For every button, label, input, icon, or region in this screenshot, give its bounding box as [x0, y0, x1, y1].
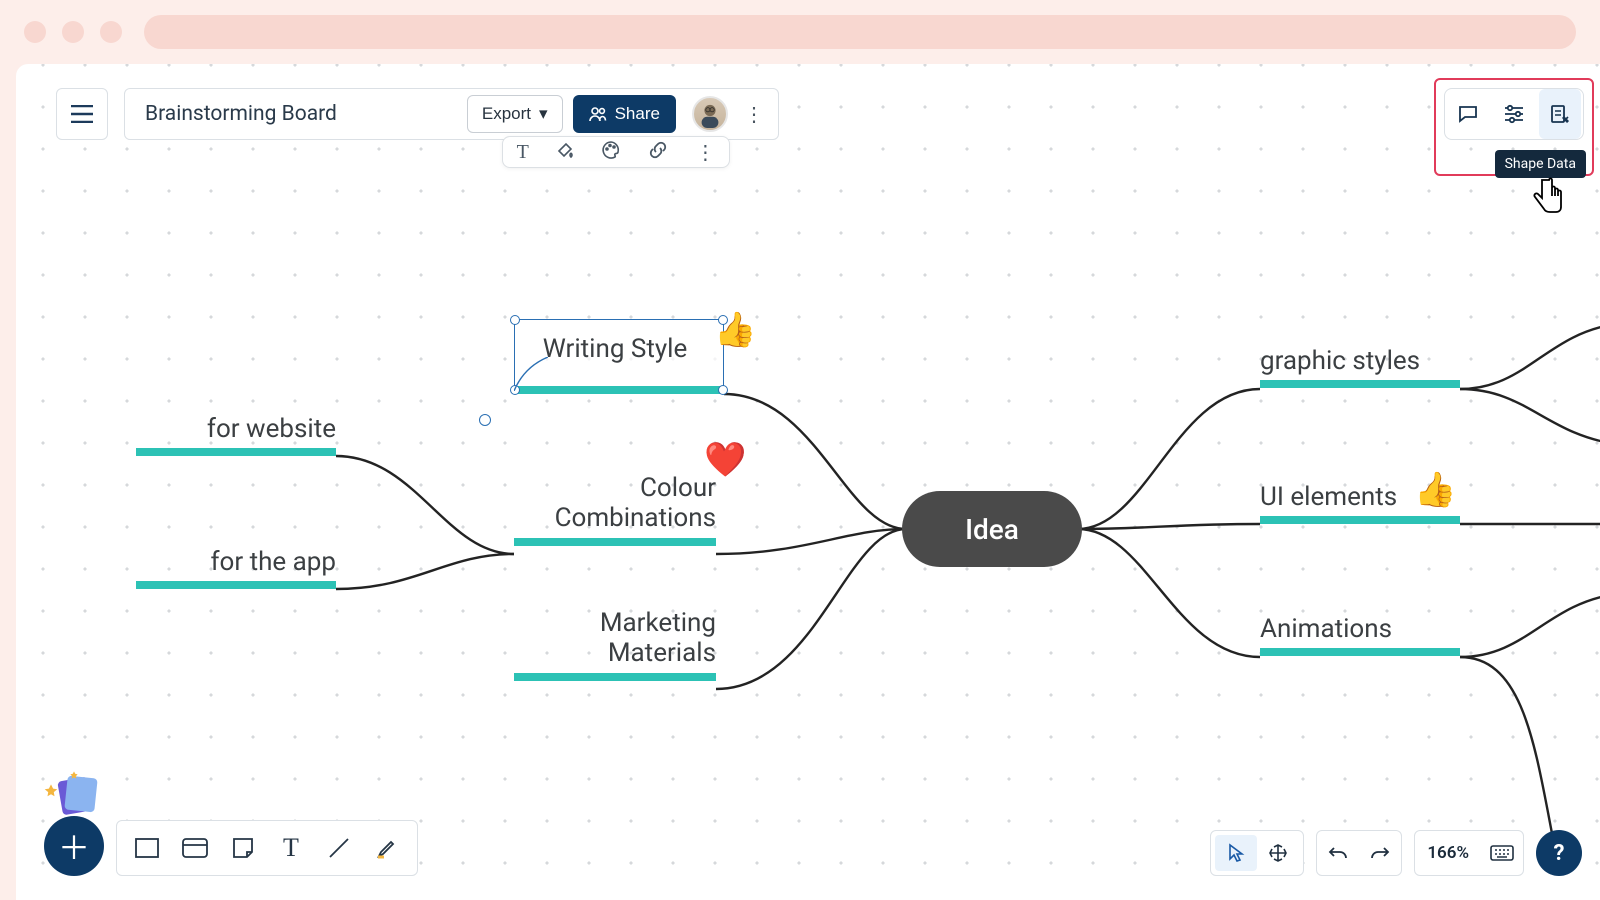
node-marketing-materials[interactable]: Marketing Materials: [514, 609, 716, 681]
node-underline: [136, 581, 336, 589]
node-label: for the app: [136, 547, 336, 577]
node-label: Marketing Materials: [514, 609, 716, 669]
node-for-the-app[interactable]: for the app: [136, 547, 336, 589]
url-bar[interactable]: [144, 15, 1576, 49]
history-group: [1316, 830, 1402, 876]
select-mode-button[interactable]: [1215, 835, 1257, 871]
add-child-handle[interactable]: [479, 414, 491, 426]
plus-icon: ＋: [58, 823, 90, 869]
canvas[interactable]: Brainstorming Board Export ▾ Share ⋮ T: [16, 64, 1600, 900]
node-underline: [1260, 516, 1460, 524]
help-button[interactable]: ?: [1536, 830, 1582, 876]
node-underline: [136, 448, 336, 456]
node-label: for website: [136, 414, 336, 444]
rectangle-tool[interactable]: [125, 826, 169, 870]
highlighter-tool[interactable]: [365, 826, 409, 870]
node-label: graphic styles: [1260, 346, 1460, 376]
node-graphic-styles[interactable]: graphic styles: [1260, 346, 1460, 388]
node-writing-style-selected[interactable]: Writing Style: [514, 319, 724, 391]
node-colour-combinations[interactable]: Colour Combinations: [514, 474, 716, 546]
traffic-dot: [24, 21, 46, 43]
undo-button[interactable]: [1317, 831, 1359, 875]
redo-button[interactable]: [1359, 831, 1401, 875]
node-center-idea[interactable]: Idea: [902, 491, 1082, 567]
reaction-heart-icon[interactable]: ❤️: [704, 440, 746, 480]
shape-toolbar: T: [116, 820, 418, 876]
zoom-level[interactable]: 166%: [1415, 843, 1481, 863]
traffic-dot: [100, 21, 122, 43]
keyboard-shortcuts-button[interactable]: [1481, 831, 1523, 875]
resize-handle[interactable]: [510, 315, 520, 325]
browser-chrome: [0, 0, 1600, 64]
sticky-note-tool[interactable]: [221, 826, 265, 870]
view-toolbar: 166% ?: [1210, 830, 1582, 876]
text-tool[interactable]: T: [269, 826, 313, 870]
reaction-thumbs-icon[interactable]: 👍: [1414, 470, 1456, 510]
cursor-mode-group: [1210, 830, 1304, 876]
node-for-website[interactable]: for website: [136, 414, 336, 456]
pan-mode-button[interactable]: [1257, 835, 1299, 871]
traffic-dot: [62, 21, 84, 43]
node-label: Animations: [1260, 614, 1460, 644]
resize-handle[interactable]: [718, 385, 728, 395]
node-animations[interactable]: Animations: [1260, 614, 1460, 656]
node-underline: [1260, 648, 1460, 656]
zoom-group: 166%: [1414, 830, 1524, 876]
mind-map: Idea Writing Style 👍 Colour Combinations…: [16, 64, 1600, 900]
card-tool[interactable]: [173, 826, 217, 870]
node-underline: [514, 673, 716, 681]
window-traffic-lights: [24, 21, 122, 43]
node-underline: [514, 538, 716, 546]
node-underline: [1260, 380, 1460, 388]
node-label: Colour Combinations: [514, 474, 716, 534]
reaction-thumbs-icon[interactable]: 👍: [714, 310, 756, 350]
add-shape-fab[interactable]: ＋: [44, 816, 104, 876]
line-tool[interactable]: [317, 826, 361, 870]
spawn-connector: [514, 357, 548, 391]
